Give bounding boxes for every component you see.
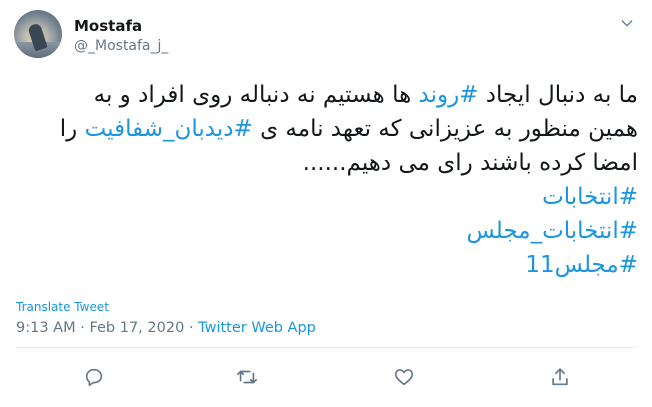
retweet-icon [236,366,258,392]
tweet-actions [0,364,652,394]
reply-icon [83,366,105,392]
hashtag-link[interactable]: #مجلس11 [20,248,638,282]
share-button[interactable] [545,364,575,394]
tweet-card: Mostafa @_Mostafa_j_ ما به دنبال ایجاد #… [0,0,652,407]
tweet-meta: 9:13 AM · Feb 17, 2020 · Twitter Web App [16,320,316,336]
user-handle[interactable]: @_Mostafa_j_ [74,38,168,54]
reply-button[interactable] [79,364,109,394]
heart-icon [393,366,415,392]
tweet-date[interactable]: Feb 17, 2020 [89,320,184,336]
hashtag-link[interactable]: #انتخابات_مجلس [20,214,638,248]
divider [16,347,636,348]
avatar[interactable] [14,10,62,58]
share-icon [549,366,571,392]
meta-separator: · [75,320,90,336]
tweet-time[interactable]: 9:13 AM [16,320,76,336]
tweet-source-link[interactable]: Twitter Web App [198,320,316,336]
hashtag-link[interactable]: #روند [419,82,479,108]
user-name[interactable]: Mostafa [74,17,142,35]
tweet-text: ما به دنبال ایجاد #روند ها هستیم نه دنبا… [20,78,638,282]
tweet-line-2: همین منظور به عزیزانی که تعهد نامه ی #دی… [59,116,638,142]
hashtag-link[interactable]: #انتخابات [20,180,638,214]
tweet-line-1: ما به دنبال ایجاد #روند ها هستیم نه دنبا… [93,82,638,108]
translate-tweet-link[interactable]: Translate Tweet [16,300,109,314]
like-button[interactable] [389,364,419,394]
hashtag-link[interactable]: #دیدبان_شفافیت [85,116,253,142]
tweet-line-3: امضا کرده باشند رای می دهیم...... [302,150,638,176]
retweet-button[interactable] [232,364,262,394]
meta-separator: · [184,320,199,336]
chevron-down-icon[interactable] [618,14,636,32]
